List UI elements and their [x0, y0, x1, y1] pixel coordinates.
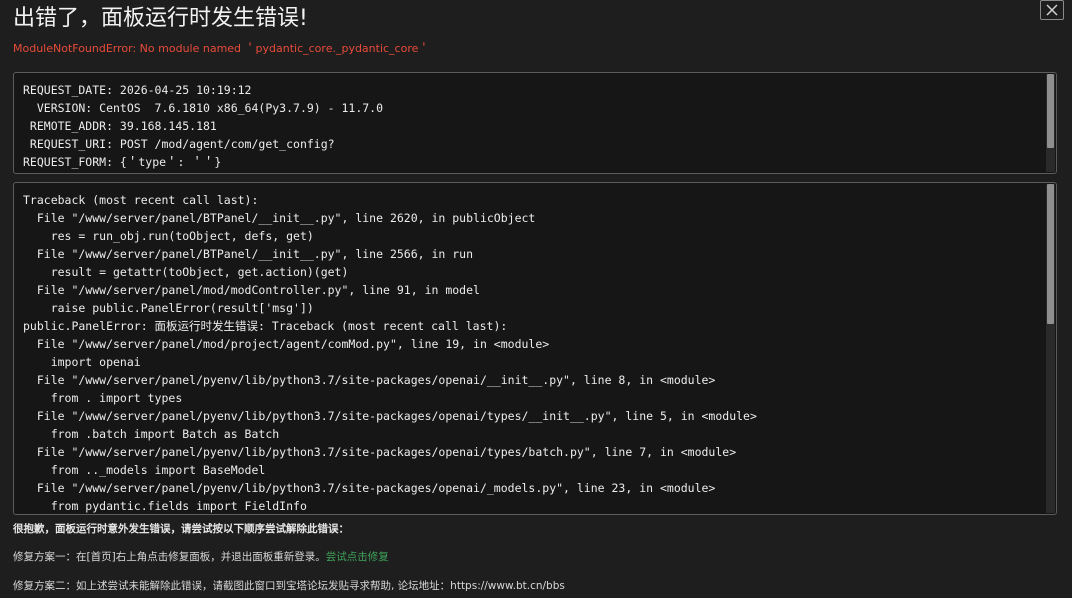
apology-text: 很抱歉，面板运行时意外发生错误，请尝试按以下顺序尝试解除此错误：: [13, 523, 349, 535]
traceback-scrollbar[interactable]: [1046, 184, 1055, 513]
try-repair-link[interactable]: 尝试点击修复: [326, 551, 389, 563]
traceback-line: File "/www/server/panel/BTPanel/__init__…: [23, 247, 474, 261]
traceback-line: from .batch import Batch as Batch: [23, 427, 280, 441]
request-info-line: VERSION: CentOS 7.6.1810 x86_64(Py3.7.9)…: [23, 101, 384, 115]
traceback-line: result = getattr(toObject, get.action)(g…: [23, 265, 349, 279]
traceback-content: Traceback (most recent call last): File …: [23, 191, 1042, 514]
traceback-line: from pydantic.fields import FieldInfo: [23, 499, 307, 513]
traceback-line: from . import types: [23, 391, 183, 405]
fix-option-one: 修复方案一：在[首页]右上角点击修复面板，并退出面板重新登录。尝试点击修复: [13, 550, 389, 564]
traceback-line: File "/www/server/panel/pyenv/lib/python…: [23, 445, 737, 459]
error-message: ModuleNotFoundError: No module named ＇py…: [13, 42, 430, 55]
page-title: 出错了，面板运行时发生错误!: [13, 6, 308, 31]
request-info-panel: REQUEST_DATE: 2026-04-25 10:19:12 VERSIO…: [13, 72, 1057, 174]
traceback-line: raise public.PanelError(result['msg']): [23, 301, 314, 315]
traceback-line: File "/www/server/panel/pyenv/lib/python…: [23, 409, 757, 423]
traceback-line: import openai: [23, 355, 141, 369]
request-info-line: REQUEST_DATE: 2026-04-25 10:19:12: [23, 83, 252, 97]
traceback-line: File "/www/server/panel/mod/project/agen…: [23, 337, 550, 351]
traceback-line: res = run_obj.run(toObject, defs, get): [23, 229, 314, 243]
request-info-scrollbar[interactable]: [1046, 74, 1055, 172]
traceback-line: File "/www/server/panel/mod/modControlle…: [23, 283, 480, 297]
traceback-line: File "/www/server/panel/pyenv/lib/python…: [23, 481, 716, 495]
traceback-line: from .._models import BaseModel: [23, 463, 266, 477]
traceback-line: File "/www/server/panel/pyenv/lib/python…: [23, 373, 716, 387]
traceback-line: public.PanelError: 面板运行时发生错误: Traceback …: [23, 319, 508, 333]
fix-option-two: 修复方案二：如上述尝试未能解除此错误，请截图此窗口到宝塔论坛发贴寻求帮助, 论坛…: [13, 580, 565, 592]
traceback-line: Traceback (most recent call last):: [23, 193, 259, 207]
request-info-line: REMOTE_ADDR: 39.168.145.181: [23, 119, 217, 133]
request-info-content: REQUEST_DATE: 2026-04-25 10:19:12 VERSIO…: [23, 81, 1042, 173]
request-info-line: REQUEST_URI: POST /mod/agent/com/get_con…: [23, 137, 335, 151]
close-icon: [1046, 4, 1058, 16]
traceback-scroll-thumb[interactable]: [1047, 184, 1054, 324]
traceback-line: File "/www/server/panel/BTPanel/__init__…: [23, 211, 536, 225]
fix-option-one-text: 修复方案一：在[首页]右上角点击修复面板，并退出面板重新登录。: [13, 551, 326, 563]
close-button[interactable]: [1040, 0, 1064, 20]
request-info-scroll-thumb[interactable]: [1047, 74, 1054, 148]
traceback-panel: Traceback (most recent call last): File …: [13, 182, 1057, 515]
request-info-line: REQUEST_FORM: {＇type＇: ＇＇}: [23, 155, 222, 169]
